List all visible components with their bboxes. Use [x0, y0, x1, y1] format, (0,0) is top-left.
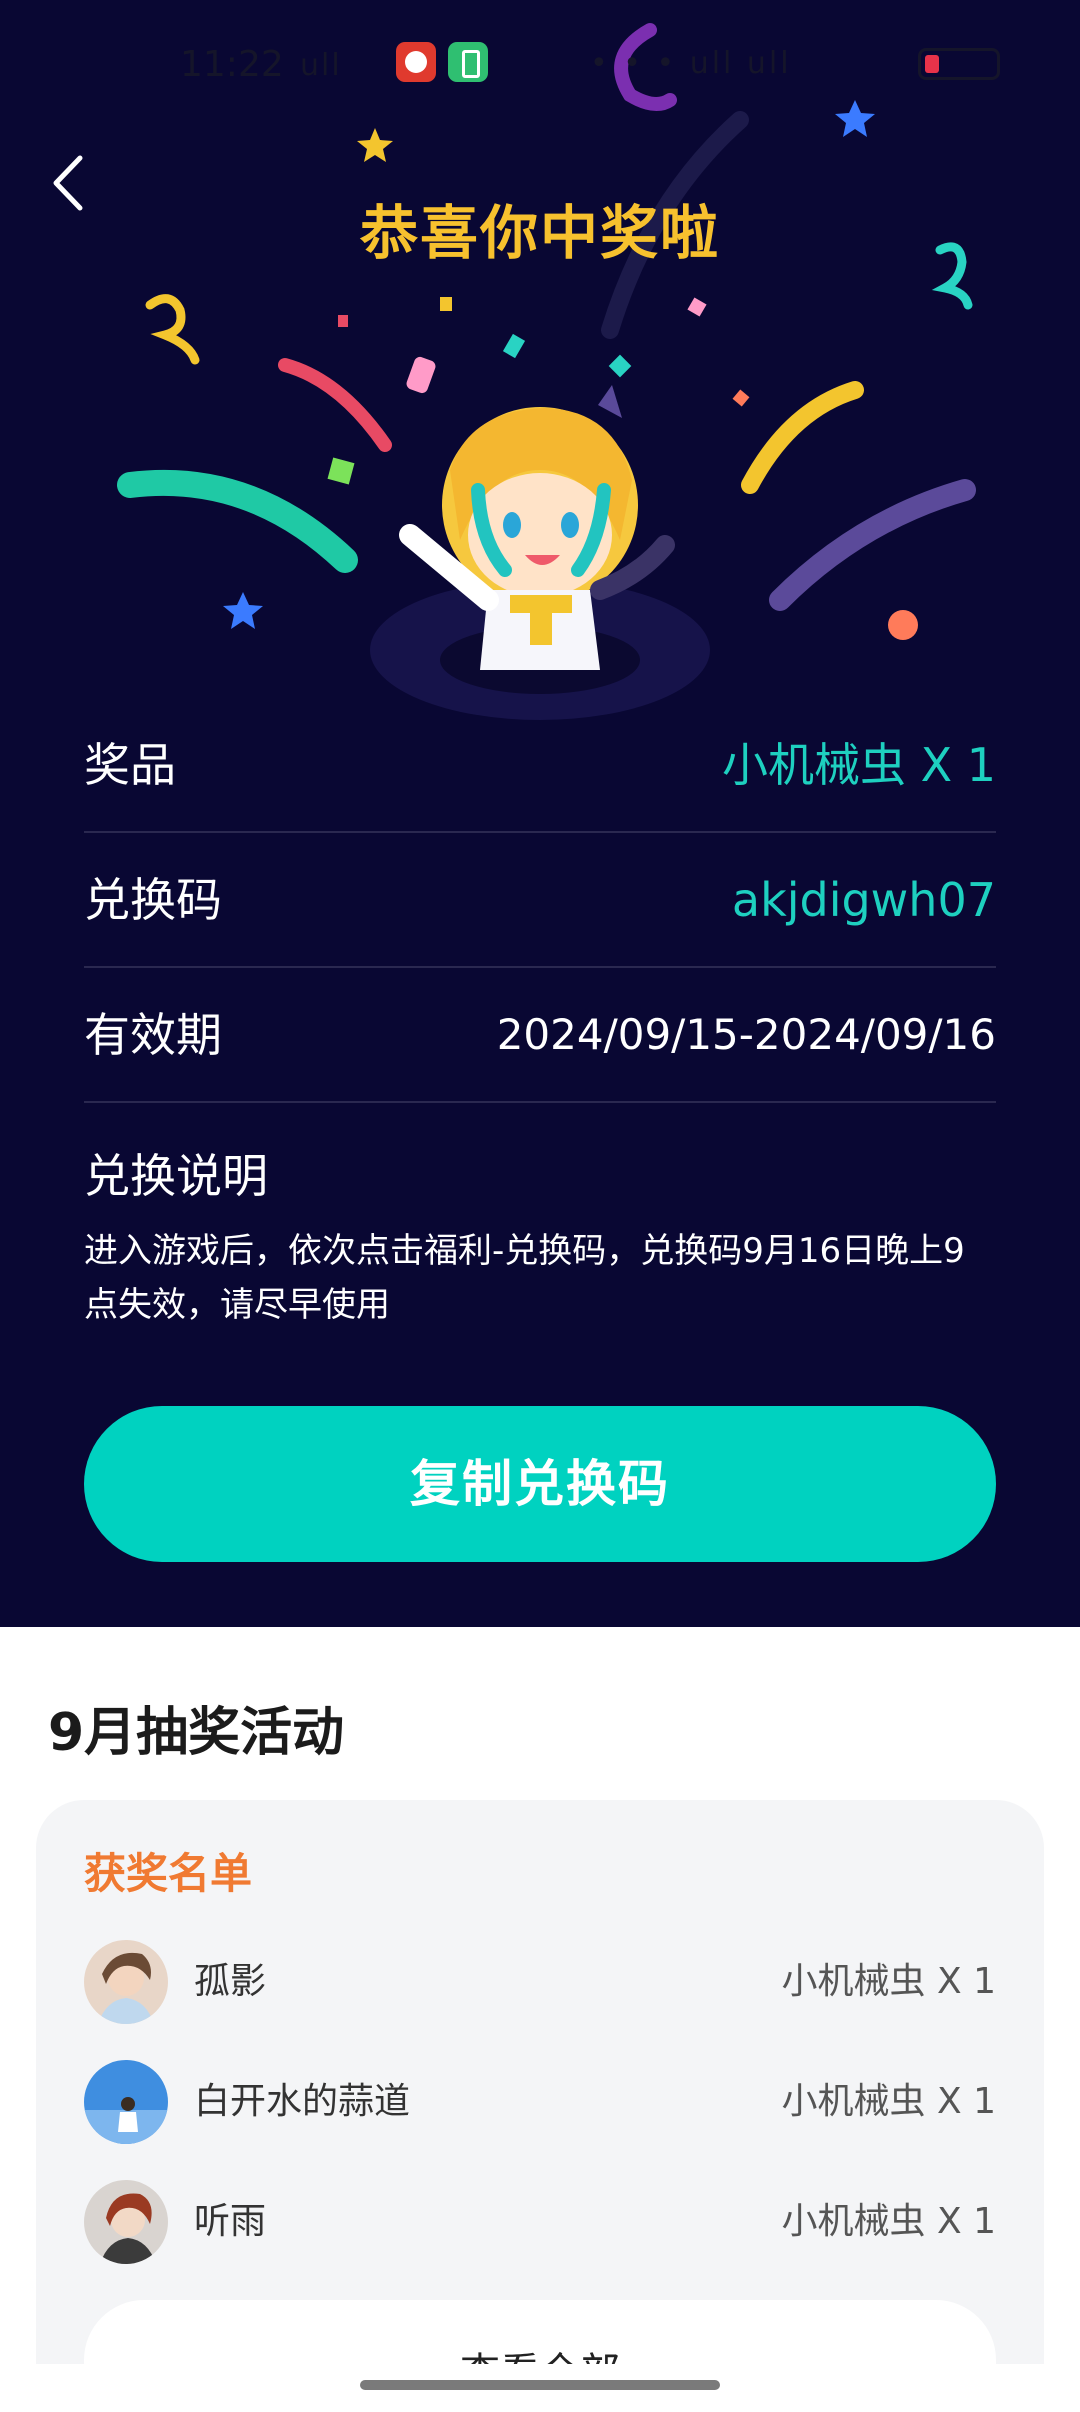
home-indicator[interactable] — [360, 2380, 720, 2390]
status-bar: 11:22 ull • • • ull ull — [0, 28, 1080, 98]
winner-prize: 小机械虫 X 1 — [781, 2081, 996, 2122]
battery-icon — [918, 48, 1000, 80]
page-title: 恭喜你中奖啦 — [359, 199, 720, 267]
status-icons: • • • ull ull — [590, 46, 792, 81]
instructions-text: 进入游戏后，依次点击福利-兑换码，兑换码9月16日晚上9点失效，请尽早使用 — [84, 1231, 965, 1325]
validity-value: 2024/09/15-2024/09/16 — [496, 1010, 996, 1059]
validity-label: 有效期 — [84, 1008, 222, 1062]
battery-saver-icon — [448, 42, 488, 82]
code-row: 兑换码 akjdigwh07 — [84, 832, 996, 968]
prize-value: 小机械虫 X 1 — [721, 738, 996, 792]
code-value[interactable]: akjdigwh07 — [732, 832, 996, 968]
winners-card: 获奖名单 孤影 小机械虫 X 1 白开水的蒜道 小机械虫 X 1 听雨 小机械虫… — [36, 1800, 1044, 2412]
winner-name: 听雨 — [194, 2201, 267, 2242]
instructions-title: 兑换说明 — [84, 1149, 268, 1203]
signal-icon: ull — [300, 48, 342, 83]
list-item: 白开水的蒜道 小机械虫 X 1 — [84, 2060, 996, 2150]
code-label: 兑换码 — [84, 873, 222, 927]
activity-title: 9月抽奖活动 — [48, 1703, 345, 1763]
copy-code-button[interactable]: 复制兑换码 — [84, 1406, 996, 1562]
list-item: 听雨 小机械虫 X 1 — [84, 2180, 996, 2270]
celebration-illustration — [117, 23, 976, 720]
avatar — [84, 2060, 168, 2144]
prize-label: 奖品 — [84, 738, 176, 792]
avatar — [84, 1940, 168, 2024]
winner-prize: 小机械虫 X 1 — [781, 2201, 996, 2242]
app-notification-icon — [396, 42, 436, 82]
winner-name: 孤影 — [194, 1961, 267, 2002]
list-item: 孤影 小机械虫 X 1 — [84, 1940, 996, 2030]
avatar — [84, 2180, 168, 2264]
status-time: 11:22 — [180, 44, 284, 85]
winners-title: 获奖名单 — [84, 1849, 253, 1898]
prize-panel: 11:22 ull • • • ull ull 恭喜你中奖啦 奖品 小机械虫 X… — [0, 0, 1080, 1627]
validity-row: 有效期 2024/09/15-2024/09/16 — [84, 967, 996, 1103]
winner-prize: 小机械虫 X 1 — [781, 1961, 996, 2002]
prize-row: 奖品 小机械虫 X 1 — [84, 697, 996, 833]
winner-name: 白开水的蒜道 — [194, 2081, 411, 2122]
